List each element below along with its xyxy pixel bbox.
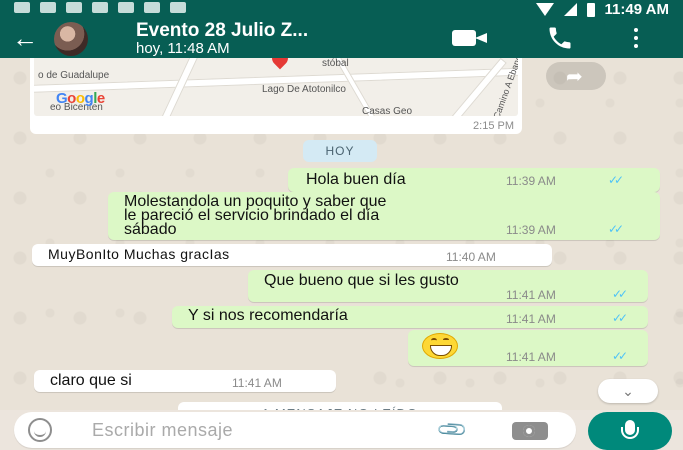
message-text: sábado	[124, 221, 177, 238]
read-receipt-icon: ✓✓	[612, 311, 628, 325]
chat-title[interactable]: Evento 28 Julio Z...	[136, 20, 308, 42]
notification-icon	[66, 2, 82, 13]
battery-icon	[586, 2, 595, 17]
message-time: 11:40 AM	[446, 250, 496, 264]
message-time: 2:15 PM	[473, 120, 514, 132]
camera-icon[interactable]	[512, 422, 548, 440]
message-outgoing[interactable]: Y si nos recomendaría 11:41 AM ✓✓	[172, 306, 648, 328]
message-time: 11:39 AM	[506, 174, 556, 188]
last-seen: hoy, 11:48 AM	[136, 40, 230, 57]
message-outgoing[interactable]: Que bueno que si les gusto 11:41 AM ✓✓	[248, 270, 648, 302]
status-time: 11:49 AM	[604, 1, 669, 18]
forward-icon[interactable]	[546, 62, 606, 90]
notification-icon	[14, 2, 30, 13]
notification-icon	[118, 2, 134, 13]
notification-icon	[170, 2, 186, 13]
message-time: 11:41 AM	[506, 288, 556, 302]
message-text: Que bueno que si les gusto	[264, 272, 459, 289]
grinning-face-emoji-icon	[422, 333, 458, 359]
read-receipt-icon: ✓✓	[608, 173, 624, 187]
map-label: o de Guadalupe	[38, 70, 110, 81]
message-time: 11:39 AM	[506, 223, 556, 237]
chevron-down-icon[interactable]: ⌄	[598, 379, 658, 403]
map-label: Casas Geo	[362, 106, 413, 116]
back-arrow-icon[interactable]: ←	[12, 25, 38, 51]
date-separator: HOY	[303, 140, 377, 162]
message-outgoing[interactable]: 11:41 AM ✓✓	[408, 330, 648, 366]
phone-call-icon[interactable]	[544, 24, 576, 52]
attach-icon[interactable]: 📎	[435, 412, 470, 447]
emoji-icon[interactable]	[28, 418, 52, 442]
message-time: 11:41 AM	[506, 350, 556, 364]
chat-area[interactable]: o de Guadalupe Lago De Atotonilco eo Bic…	[0, 58, 683, 410]
google-logo: Google	[56, 90, 105, 107]
message-outgoing[interactable]: Molestandola un poquito y saber que le p…	[108, 192, 660, 240]
message-text: Hola buen día	[306, 171, 406, 188]
avatar[interactable]	[54, 22, 88, 56]
message-input[interactable]	[92, 418, 422, 442]
mic-button[interactable]	[588, 412, 672, 450]
map-pin-icon	[268, 58, 292, 70]
message-outgoing[interactable]: Hola buen día 11:39 AM ✓✓	[288, 168, 660, 192]
message-incoming[interactable]: MuyBonIto Muchas gracIas 11:40 AM	[32, 244, 552, 266]
chat-header: ← Evento 28 Julio Z... hoy, 11:48 AM	[0, 18, 683, 58]
notification-icon	[92, 2, 108, 13]
message-composer: 📎	[14, 412, 576, 448]
unread-messages-banner: 1 MENSAJE NO LEÍDO	[178, 402, 502, 410]
location-message[interactable]: o de Guadalupe Lago De Atotonilco eo Bic…	[30, 58, 522, 134]
message-incoming[interactable]: claro que si 11:41 AM	[34, 370, 336, 392]
read-receipt-icon: ✓✓	[612, 349, 628, 363]
notification-icon	[40, 2, 56, 13]
video-call-icon[interactable]	[452, 30, 488, 46]
wifi-icon	[535, 3, 554, 16]
message-time: 11:41 AM	[232, 376, 282, 390]
status-bar: 11:49 AM	[0, 0, 683, 18]
map-preview[interactable]: o de Guadalupe Lago De Atotonilco eo Bic…	[34, 58, 518, 116]
message-text: claro que si	[50, 372, 132, 389]
message-time: 11:41 AM	[506, 312, 556, 326]
message-text: MuyBonIto Muchas gracIas	[48, 246, 230, 262]
more-options-icon[interactable]	[632, 26, 640, 50]
map-label: stóbal	[322, 58, 349, 69]
message-text: Y si nos recomendaría	[188, 307, 348, 324]
notification-icons	[14, 2, 186, 13]
map-label: Lago De Atotonilco	[262, 84, 346, 95]
notification-icon	[144, 2, 160, 13]
read-receipt-icon: ✓✓	[612, 287, 628, 301]
signal-icon	[563, 3, 577, 16]
read-receipt-icon: ✓✓	[608, 222, 624, 236]
